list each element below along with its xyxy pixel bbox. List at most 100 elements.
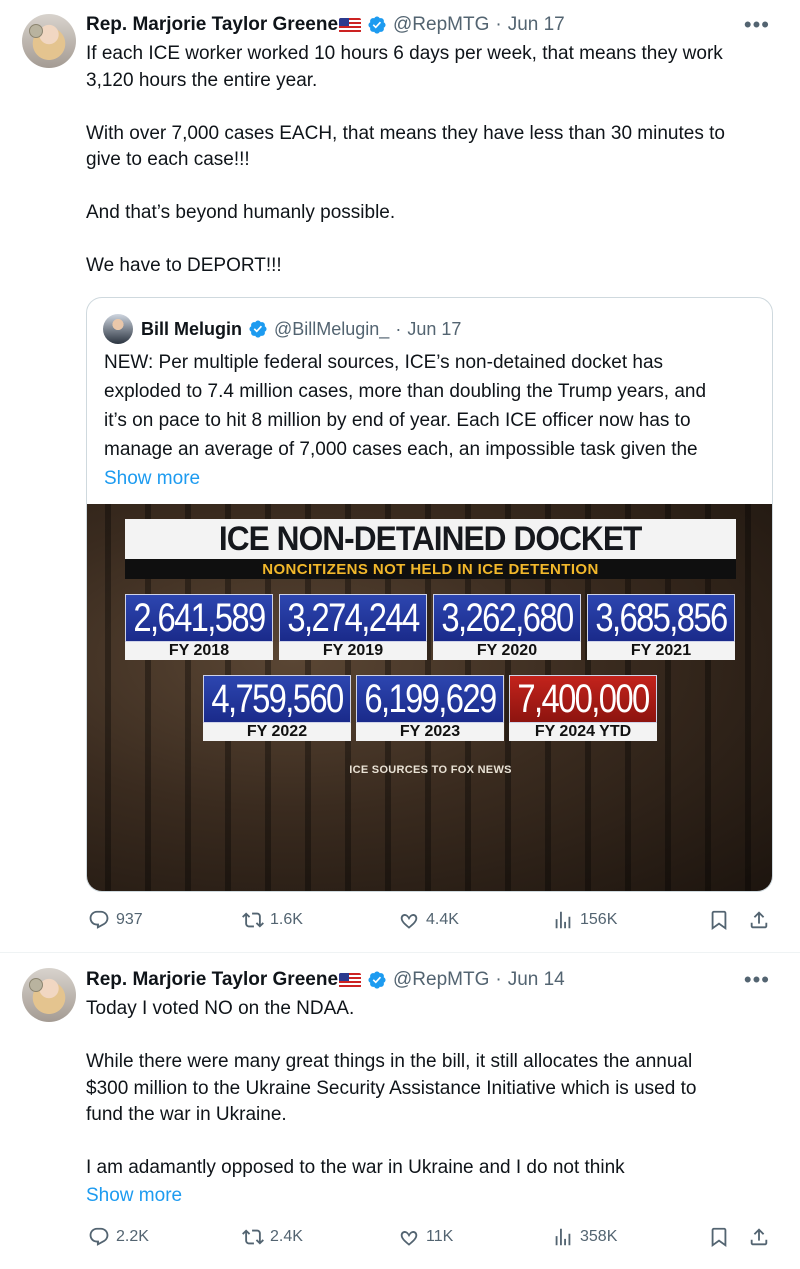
tweet-line: 3,120 hours the entire year. <box>86 69 318 91</box>
reply-count: 937 <box>116 911 143 928</box>
show-more-link[interactable]: Show more <box>104 464 706 493</box>
repost-count: 1.6K <box>270 911 303 928</box>
stat-fy2024-ytd: 7,400,000 FY 2024 YTD <box>509 675 657 743</box>
quoted-line: NEW: Per multiple federal sources, ICE’s… <box>104 352 664 373</box>
repost-button[interactable]: 1.6K <box>242 909 303 931</box>
tweet-text: Today I voted NO on the NDAA. While ther… <box>86 996 696 1209</box>
bookmark-icon <box>711 910 727 931</box>
graphic-title: ICE NON-DETAINED DOCKET <box>219 519 642 558</box>
show-more-link[interactable]: Show more <box>86 1183 696 1210</box>
stat-value: 2,641,589 <box>133 595 266 640</box>
graphic-source-credit: ICE SOURCES TO FOX NEWS <box>349 764 512 776</box>
like-icon <box>400 1231 418 1246</box>
quoted-author-avatar[interactable] <box>103 314 133 344</box>
repost-count: 2.4K <box>270 1228 303 1245</box>
repost-icon <box>242 912 264 928</box>
tweet-1[interactable]: Rep. Marjorie Taylor Greene @RepMTG · Ju… <box>0 0 800 953</box>
tweet-line: If each ICE worker worked 10 hours 6 day… <box>86 43 723 64</box>
tweet-action-bar: 2.2K 2.4K 11K 358K <box>86 1222 786 1252</box>
dot-separator: · <box>495 14 502 35</box>
author-handle[interactable]: @RepMTG <box>393 14 489 36</box>
tweet-action-bar: 937 1.6K 4.4K 156K <box>86 905 786 935</box>
repost-button[interactable]: 2.4K <box>242 1226 303 1248</box>
stat-value: 4,759,560 <box>211 676 344 721</box>
share-button[interactable] <box>748 1226 770 1248</box>
reply-count: 2.2K <box>116 1228 149 1245</box>
tweet-header: Rep. Marjorie Taylor Greene @RepMTG · Ju… <box>86 966 565 994</box>
view-count: 156K <box>580 911 618 928</box>
views-button[interactable]: 358K <box>552 1226 617 1248</box>
stat-label: FY 2020 <box>433 642 581 660</box>
bookmark-button[interactable] <box>708 909 730 931</box>
share-button[interactable] <box>748 909 770 931</box>
graphic-subtitle: NONCITIZENS NOT HELD IN ICE DETENTION <box>262 560 599 578</box>
tweet-date[interactable]: Jun 17 <box>508 14 565 36</box>
bookmark-button[interactable] <box>708 1226 730 1248</box>
verified-icon[interactable] <box>367 15 387 35</box>
like-button[interactable]: 4.4K <box>398 909 459 931</box>
tweet-date[interactable]: Jun 14 <box>508 969 565 991</box>
stat-value: 3,685,856 <box>595 595 728 640</box>
graphic-title-banner: ICE NON-DETAINED DOCKET <box>125 519 736 559</box>
dot-separator: · <box>495 969 502 990</box>
quoted-line: exploded to 7.4 million cases, more than… <box>104 381 707 402</box>
stat-fy2018: 2,641,589 FY 2018 <box>125 594 273 662</box>
stat-fy2023: 6,199,629 FY 2023 <box>356 675 504 743</box>
view-count: 358K <box>580 1228 618 1245</box>
stat-fy2020: 3,262,680 FY 2020 <box>433 594 581 662</box>
more-options-icon[interactable]: ••• <box>744 967 770 993</box>
tweet-line: While there were many great things in th… <box>86 1051 693 1072</box>
flag-icon <box>339 17 362 33</box>
tweet-line: Today I voted NO on the NDAA. <box>86 998 355 1019</box>
verified-icon[interactable] <box>248 319 268 339</box>
stat-label: FY 2024 YTD <box>509 723 657 741</box>
more-options-icon[interactable]: ••• <box>744 12 770 38</box>
share-icon <box>750 911 768 929</box>
graphic-subtitle-banner: NONCITIZENS NOT HELD IN ICE DETENTION <box>125 559 736 579</box>
docket-graphic[interactable]: ICE NON-DETAINED DOCKET NONCITIZENS NOT … <box>87 504 772 891</box>
stat-fy2019: 3,274,244 FY 2019 <box>279 594 427 662</box>
reply-icon <box>89 1227 109 1246</box>
stat-label: FY 2019 <box>279 642 427 660</box>
tweet-line: With over 7,000 cases EACH, that means t… <box>86 122 725 144</box>
author-name[interactable]: Rep. Marjorie Taylor Greene <box>86 969 338 991</box>
tweet-2[interactable]: Rep. Marjorie Taylor Greene @RepMTG · Ju… <box>0 953 800 1269</box>
repost-icon <box>242 1229 264 1245</box>
tweet-line: $300 million to the Ukraine Security Ass… <box>86 1077 697 1099</box>
quoted-author-name[interactable]: Bill Melugin <box>141 319 242 340</box>
author-handle[interactable]: @RepMTG <box>393 969 489 991</box>
quoted-tweet[interactable]: Bill Melugin @BillMelugin_ · Jun 17 NEW:… <box>86 297 773 892</box>
stat-value: 6,199,629 <box>364 676 497 721</box>
like-icon <box>400 914 418 929</box>
reply-button[interactable]: 937 <box>88 909 143 931</box>
views-icon <box>555 1228 571 1246</box>
quoted-line: manage an average of 7,000 cases each, a… <box>104 439 698 460</box>
like-button[interactable]: 11K <box>398 1226 453 1248</box>
author-avatar[interactable] <box>22 14 76 68</box>
views-icon <box>555 911 571 929</box>
tweet-line: I am adamantly opposed to the war in Ukr… <box>86 1157 625 1178</box>
dot-separator: · <box>395 318 402 339</box>
quoted-author-handle[interactable]: @BillMelugin_ <box>274 319 389 340</box>
author-avatar[interactable] <box>22 968 76 1022</box>
stat-value: 3,274,244 <box>287 595 420 640</box>
stat-fy2021: 3,685,856 FY 2021 <box>587 594 735 662</box>
quoted-tweet-text: NEW: Per multiple federal sources, ICE’s… <box>104 348 706 493</box>
reply-button[interactable]: 2.2K <box>88 1226 149 1248</box>
reply-icon <box>89 910 109 929</box>
quoted-tweet-date[interactable]: Jun 17 <box>407 319 461 340</box>
verified-icon[interactable] <box>367 970 387 990</box>
bookmark-icon <box>711 1227 727 1248</box>
stat-label: FY 2021 <box>587 642 735 660</box>
tweet-header: Rep. Marjorie Taylor Greene @RepMTG · Ju… <box>86 11 565 39</box>
like-count: 11K <box>426 1228 454 1245</box>
author-name[interactable]: Rep. Marjorie Taylor Greene <box>86 14 338 36</box>
stat-label: FY 2023 <box>356 723 504 741</box>
like-count: 4.4K <box>426 911 459 928</box>
views-button[interactable]: 156K <box>552 909 617 931</box>
stat-value: 3,262,680 <box>441 595 574 640</box>
stat-label: FY 2018 <box>125 642 273 660</box>
tweet-text: If each ICE worker worked 10 hours 6 day… <box>86 41 725 280</box>
stat-fy2022: 4,759,560 FY 2022 <box>203 675 351 743</box>
tweet-line: And that’s beyond humanly possible. <box>86 202 396 223</box>
